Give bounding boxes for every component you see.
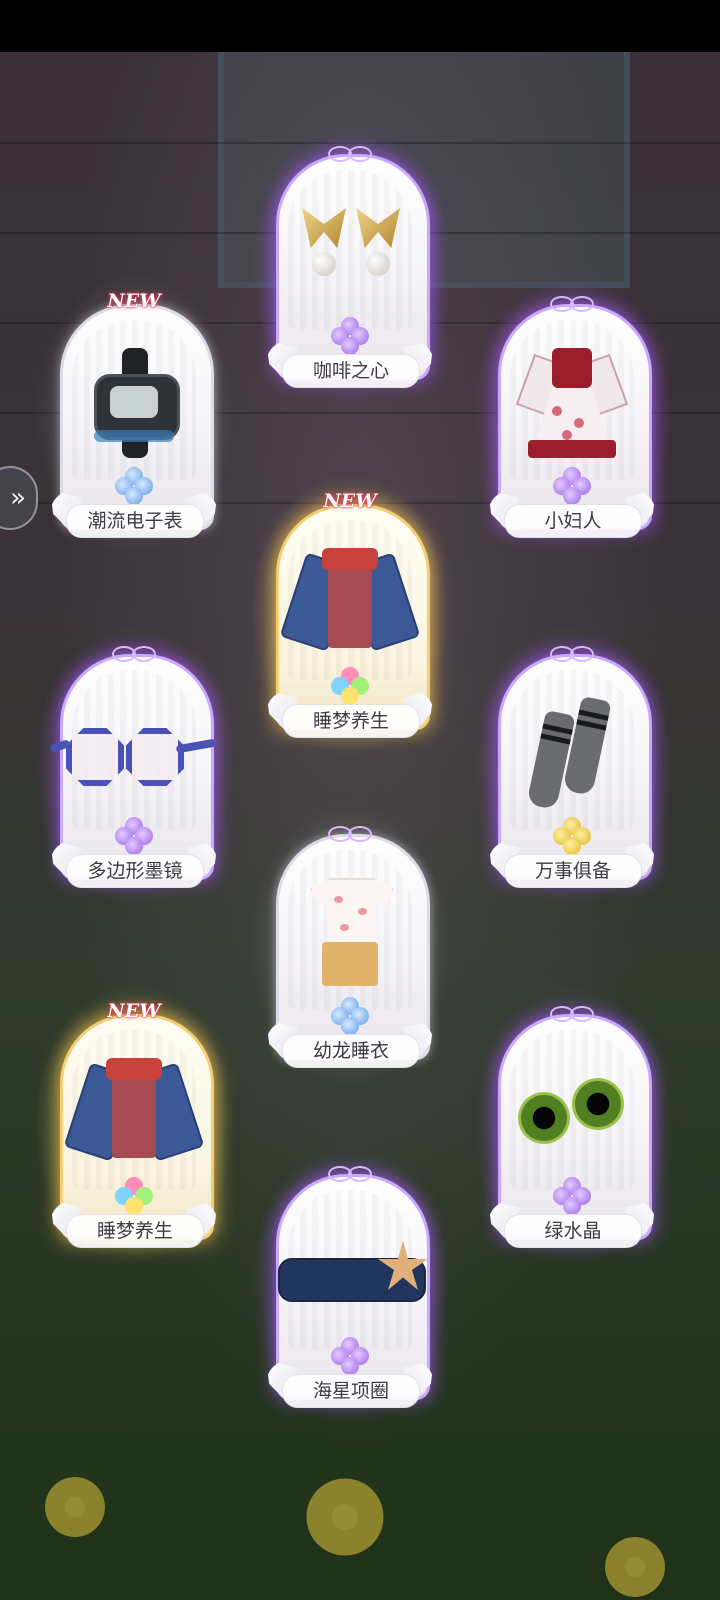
new-badge: NEW (107, 1000, 161, 1022)
maid-dress-icon (515, 348, 629, 458)
stockings-icon (522, 695, 622, 811)
reward-card-polygon-glasses[interactable]: 多边形墨镜 (36, 626, 232, 904)
yellow-flower-decoration (600, 1532, 670, 1600)
blue-robe-outfit-icon (279, 548, 421, 658)
card-label: 绿水晶 (504, 1214, 642, 1248)
digital-watch-icon (84, 348, 184, 458)
rarity-gem-icon (330, 996, 370, 1036)
card-label: 幼龙睡衣 (282, 1034, 420, 1068)
rarity-gem-icon (330, 1336, 370, 1376)
reward-card-sleep-wellness[interactable]: NEW 睡梦养生 (252, 476, 448, 754)
card-label: 小妇人 (504, 504, 642, 538)
new-badge: NEW (107, 290, 161, 312)
rarity-gem-icon (552, 816, 592, 856)
new-badge: NEW (323, 490, 377, 512)
rarity-gem-icon (552, 1176, 592, 1216)
reward-card-watch[interactable]: NEW 潮流电子表 (36, 276, 232, 554)
card-label: 咖啡之心 (282, 354, 420, 388)
rarity-gem-icon (552, 466, 592, 506)
bow-earrings-icon (300, 198, 400, 308)
bow-decoration (550, 296, 594, 312)
card-label: 睡梦养生 (66, 1214, 204, 1248)
card-label: 潮流电子表 (66, 504, 204, 538)
reward-card-dragon-pajamas[interactable]: 幼龙睡衣 (252, 806, 448, 1084)
rarity-gem-icon (114, 816, 154, 856)
rarity-gem-icon (114, 466, 154, 506)
status-bar (0, 0, 720, 52)
bow-decoration (328, 826, 372, 842)
starfish-choker-icon (278, 1218, 428, 1328)
reward-card-little-women[interactable]: 小妇人 (474, 276, 670, 554)
reward-card-all-ready[interactable]: 万事俱备 (474, 626, 670, 904)
rarity-gem-icon (330, 316, 370, 356)
card-label: 睡梦养生 (282, 704, 420, 738)
bow-decoration (328, 1166, 372, 1182)
card-label: 海星项圈 (282, 1374, 420, 1408)
bow-decoration (550, 1006, 594, 1022)
card-label: 多边形墨镜 (66, 854, 204, 888)
yellow-flower-decoration (40, 1472, 110, 1542)
reward-card-coffee-heart[interactable]: 咖啡之心 (252, 126, 448, 404)
reward-card-sleep-wellness-2[interactable]: NEW 睡梦养生 (36, 986, 232, 1264)
reward-card-green-crystal[interactable]: 绿水晶 (474, 986, 670, 1264)
blue-robe-outfit-icon (63, 1058, 205, 1168)
rarity-gem-icon (330, 666, 370, 706)
reward-card-starfish-collar[interactable]: 海星项圈 (252, 1146, 448, 1424)
bow-decoration (550, 646, 594, 662)
rarity-gem-icon (114, 1176, 154, 1216)
green-eyes-icon (518, 1058, 624, 1168)
pajamas-icon (300, 878, 400, 988)
card-label: 万事俱备 (504, 854, 642, 888)
bow-decoration (112, 646, 156, 662)
bow-decoration (328, 146, 372, 162)
polygon-sunglasses-icon (49, 698, 217, 808)
yellow-flower-decoration (300, 1472, 390, 1562)
